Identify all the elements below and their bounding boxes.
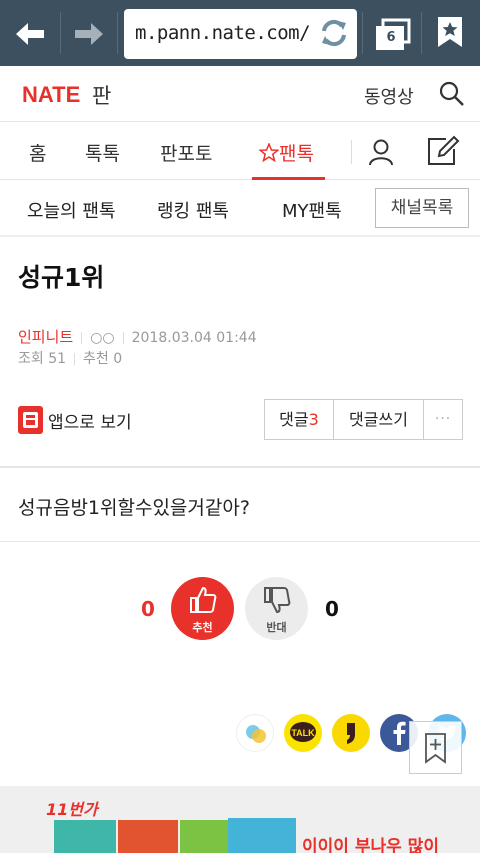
toolbar-divider: [60, 12, 61, 54]
tab-pannphoto[interactable]: 판포토: [160, 139, 212, 166]
url-text[interactable]: m.pann.nate.com/: [135, 22, 311, 44]
browser-toolbar: m.pann.nate.com/ 6: [0, 0, 480, 66]
comment-count: 3: [308, 410, 319, 429]
upvote-button[interactable]: 추천: [171, 577, 234, 640]
comment-buttons: 댓글3 댓글쓰기 ···: [264, 399, 463, 440]
pann-app-icon: [18, 406, 43, 434]
bookmark-star-icon[interactable]: [437, 16, 463, 48]
downvote-count: 0: [325, 597, 339, 621]
kakaotalk-label: TALK: [291, 728, 315, 738]
ad-text: 이이이 부나우 많이: [302, 837, 439, 853]
recommend-count: 0: [113, 351, 123, 367]
ad-banner[interactable]: 11번가 이이이 부나우 많이: [0, 786, 480, 853]
toolbar-divider: [362, 12, 363, 54]
write-comment-button[interactable]: 댓글쓰기: [334, 399, 424, 440]
star-outline-icon: [258, 141, 280, 163]
upvote-count: 0: [141, 597, 155, 621]
recommend-label: 추천: [83, 351, 109, 367]
back-arrow-icon[interactable]: [10, 14, 50, 54]
tab-fantok[interactable]: 팬톡: [258, 139, 314, 166]
site-header: NATE 판 동영상: [0, 66, 480, 122]
kakaotalk-share-icon[interactable]: TALK: [284, 714, 322, 752]
views-count: 51: [48, 351, 67, 367]
subnav-my[interactable]: MY팬톡: [282, 197, 342, 223]
post-stats: 조회 51 추천 0: [18, 348, 122, 368]
video-link[interactable]: 동영상: [364, 83, 414, 109]
app-view-label: 앱으로 보기: [48, 413, 132, 433]
tabs-button[interactable]: 6: [372, 14, 412, 54]
pann-logo[interactable]: 판: [92, 80, 111, 110]
views-label: 조회: [18, 351, 44, 367]
write-icon[interactable]: [426, 135, 460, 167]
toolbar-divider: [117, 12, 118, 54]
kakaostory-share-icon[interactable]: [236, 714, 274, 752]
thumbs-down-icon: [264, 587, 291, 614]
downvote-button[interactable]: 반대: [245, 577, 308, 640]
channel-list-button[interactable]: 채널목록: [375, 188, 469, 228]
yellowid-share-icon[interactable]: [332, 714, 370, 752]
post-body: 성규음방1위할수있을거같아?: [18, 497, 250, 519]
nate-logo[interactable]: NATE: [22, 82, 80, 108]
post-author-extra: ○○: [90, 330, 115, 346]
toolbar-divider: [421, 12, 422, 54]
forward-arrow-icon[interactable]: [69, 14, 109, 54]
ad-product-image: [118, 820, 178, 853]
tab-fantok-label: 팬톡: [279, 143, 314, 165]
bookmark-add-icon: [425, 733, 446, 764]
nav-divider: [351, 140, 352, 164]
main-nav: 홈 톡톡 판포토 팬톡: [0, 122, 480, 180]
floating-bookmark-button[interactable]: [409, 721, 462, 774]
tab-home[interactable]: 홈: [29, 139, 46, 166]
user-icon[interactable]: [367, 138, 395, 166]
tab-toktok[interactable]: 톡톡: [85, 139, 120, 166]
downvote-label: 반대: [266, 621, 287, 634]
post-datetime: 2018.03.04 01:44: [131, 330, 257, 346]
refresh-icon[interactable]: [316, 15, 352, 51]
ad-product-image: [180, 820, 230, 853]
post-author[interactable]: 인피니트: [18, 328, 73, 346]
more-button[interactable]: ···: [424, 399, 463, 440]
subnav-today[interactable]: 오늘의 팬톡: [27, 197, 116, 223]
upvote-label: 추천: [192, 621, 213, 634]
ad-product-image: [54, 820, 116, 853]
divider: [0, 466, 480, 468]
sub-nav: 오늘의 팬톡 랭킹 팬톡 MY팬톡 채널목록: [0, 180, 480, 237]
ad-product-image: [228, 818, 296, 853]
tab-count: 6: [386, 30, 396, 45]
comments-button[interactable]: 댓글3: [264, 399, 334, 440]
search-icon[interactable]: [439, 81, 465, 107]
subnav-ranking[interactable]: 랭킹 팬톡: [157, 197, 229, 223]
thumbs-up-icon: [190, 586, 217, 613]
post-title: 성규1위: [18, 263, 105, 292]
divider: [0, 541, 480, 542]
ad-brand: 11번가: [46, 800, 98, 819]
post-meta: 인피니트 ○○ 2018.03.04 01:44: [18, 326, 257, 347]
comments-label: 댓글: [279, 410, 309, 429]
